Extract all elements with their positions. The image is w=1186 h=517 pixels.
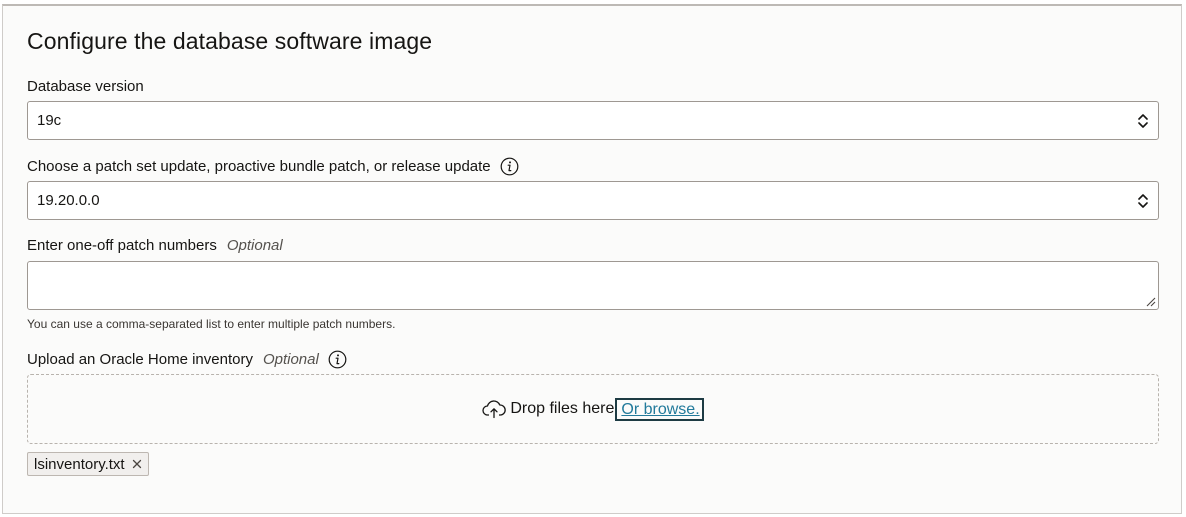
inventory-label-text: Upload an Oracle Home inventory [27, 351, 253, 368]
page-title: Configure the database software image [27, 28, 433, 54]
db-version-label-text: Database version [27, 78, 144, 95]
file-dropzone[interactable]: Drop files here Or browse. [27, 374, 1159, 444]
patch-update-label-text: Choose a patch set update, proactive bun… [27, 158, 491, 175]
db-version-label: Database version [27, 78, 144, 95]
uploaded-file-name: lsinventory.txt [34, 455, 125, 473]
patch-update-value: 19.20.0.0 [37, 192, 100, 209]
cloud-upload-icon [482, 399, 507, 419]
close-icon[interactable] [132, 459, 142, 469]
one-off-patch-textarea[interactable] [27, 261, 1159, 310]
one-off-help-text: You can use a comma-separated list to en… [27, 317, 396, 331]
chevron-up-down-icon [1138, 194, 1148, 208]
drop-files-text: Drop files here [510, 400, 615, 417]
chevron-up-down-icon [1138, 114, 1148, 128]
uploaded-file-chip: lsinventory.txt [27, 452, 149, 476]
info-icon[interactable] [500, 157, 519, 176]
browse-link[interactable]: Or browse. [615, 397, 704, 421]
patch-update-label: Choose a patch set update, proactive bun… [27, 157, 519, 176]
inventory-label: Upload an Oracle Home inventory Optional [27, 350, 347, 369]
db-version-select[interactable]: 19c [27, 101, 1159, 140]
db-version-value: 19c [37, 112, 62, 129]
patch-update-select[interactable]: 19.20.0.0 [27, 181, 1159, 220]
info-icon[interactable] [328, 350, 347, 369]
one-off-label-text: Enter one-off patch numbers [27, 237, 217, 254]
one-off-label: Enter one-off patch numbers Optional [27, 237, 283, 254]
optional-tag: Optional [226, 237, 283, 254]
resize-grip-icon[interactable] [1144, 295, 1156, 307]
configure-image-panel: Configure the database software image Da… [2, 4, 1182, 514]
optional-tag: Optional [262, 351, 319, 368]
